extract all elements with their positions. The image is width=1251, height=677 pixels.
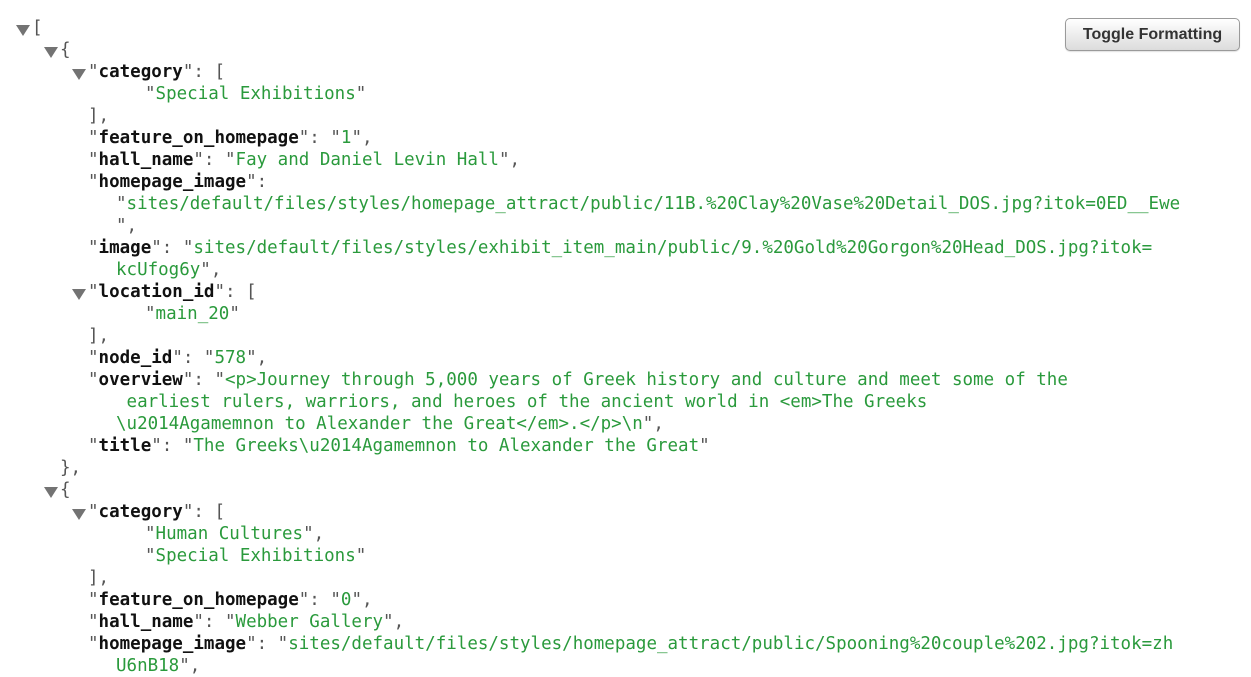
category-value: "Special Exhibitions": [145, 546, 367, 566]
json-string: Human Cultures: [155, 524, 304, 544]
array-close: ],: [88, 106, 110, 126]
feature-row: "feature_on_homepage": "0",: [88, 590, 373, 610]
category-row: "category": [: [88, 502, 225, 522]
array-close: ],: [88, 326, 110, 346]
overview-value-cont: \u2014Agamemnon to Alexander the Great</…: [116, 414, 664, 434]
homepage-image-value-cont: U6nB18",: [116, 656, 201, 676]
json-key: homepage_image: [98, 634, 247, 654]
json-key: feature_on_homepage: [98, 590, 299, 610]
triangle-down-icon[interactable]: [72, 289, 86, 300]
json-viewer: [ { "category": [ "Special Exhibitions" …: [0, 0, 1251, 676]
triangle-down-icon[interactable]: [44, 47, 58, 58]
category-value: "Special Exhibitions": [145, 84, 367, 104]
json-key: overview: [98, 370, 183, 390]
json-string: sites/default/files/styles/homepage_attr…: [126, 194, 1181, 214]
json-key: node_id: [98, 348, 173, 368]
json-string: Webber Gallery: [235, 612, 384, 632]
triangle-down-icon[interactable]: [72, 69, 86, 80]
feature-row: "feature_on_homepage": "1",: [88, 128, 373, 148]
object-close: },: [60, 458, 82, 478]
array-close: ],: [88, 568, 110, 588]
json-string: \u2014Agamemnon to Alexander the Great</…: [116, 414, 643, 434]
image-value-cont: kcUfog6y",: [116, 260, 222, 280]
json-string: U6nB18: [116, 656, 180, 676]
location-row: "location_id": [: [88, 282, 257, 302]
overview-row: "overview": "<p>Journey through 5,000 ye…: [88, 370, 1068, 390]
json-string: main_20: [155, 304, 230, 324]
homepage-image-row: "homepage_image":: [88, 172, 268, 192]
json-string: 578: [214, 348, 247, 368]
json-key: feature_on_homepage: [98, 128, 299, 148]
json-key: location_id: [98, 282, 215, 302]
json-key: hall_name: [98, 612, 194, 632]
homepage-image-row: "homepage_image": "sites/default/files/s…: [88, 634, 1174, 654]
json-string: kcUfog6y: [116, 260, 201, 280]
root-bracket: [: [32, 18, 43, 38]
json-string: sites/default/files/styles/homepage_attr…: [288, 634, 1174, 654]
object-open: {: [60, 480, 71, 500]
json-string: 1: [340, 128, 352, 148]
json-key: homepage_image: [98, 172, 247, 192]
hall-name-row: "hall_name": "Webber Gallery",: [88, 612, 405, 632]
object-open: {: [60, 40, 71, 60]
json-string: <p>Journey through 5,000 years of Greek …: [225, 370, 1068, 390]
json-string: 0: [340, 590, 352, 610]
triangle-down-icon[interactable]: [72, 509, 86, 520]
json-string: The Greeks\u2014Agamemnon to Alexander t…: [193, 436, 700, 456]
title-row: "title": "The Greeks\u2014Agamemnon to A…: [88, 436, 710, 456]
json-string: Special Exhibitions: [155, 546, 356, 566]
toggle-formatting-button[interactable]: Toggle Formatting: [1065, 18, 1240, 51]
json-string: earliest rulers, warriors, and heroes of…: [116, 392, 928, 412]
homepage-image-value-cont: ",: [116, 216, 138, 236]
json-key: hall_name: [98, 150, 194, 170]
json-string: Fay and Daniel Levin Hall: [235, 150, 499, 170]
hall-name-row: "hall_name": "Fay and Daniel Levin Hall"…: [88, 150, 521, 170]
homepage-image-value: "sites/default/files/styles/homepage_att…: [116, 194, 1181, 214]
json-key: category: [98, 502, 183, 522]
json-key: category: [98, 62, 183, 82]
category-row: "category": [: [88, 62, 225, 82]
json-key: title: [98, 436, 152, 456]
json-string: Special Exhibitions: [155, 84, 356, 104]
json-key: image: [98, 238, 152, 258]
triangle-down-icon[interactable]: [44, 487, 58, 498]
node-id-row: "node_id": "578",: [88, 348, 268, 368]
json-string: sites/default/files/styles/exhibit_item_…: [193, 238, 1153, 258]
location-value: "main_20": [145, 304, 240, 324]
overview-value-cont: earliest rulers, warriors, and heroes of…: [116, 391, 928, 413]
image-row: "image": "sites/default/files/styles/exh…: [88, 238, 1153, 258]
category-value: "Human Cultures",: [145, 524, 325, 544]
triangle-down-icon[interactable]: [16, 25, 30, 36]
